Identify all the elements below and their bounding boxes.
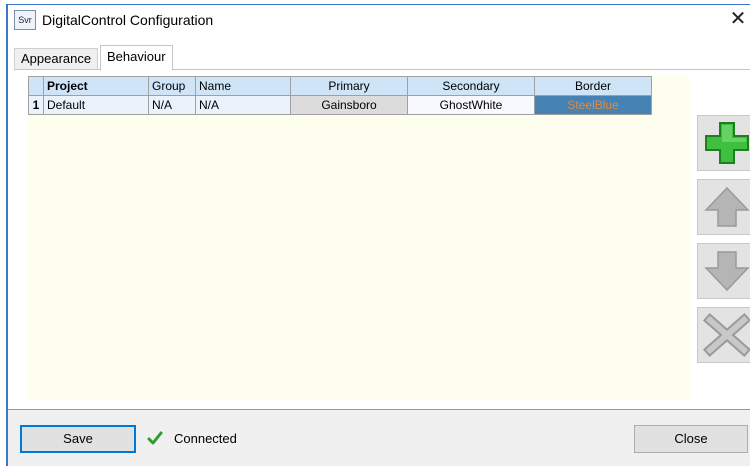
close-button[interactable]: Close [634, 425, 748, 453]
checkmark-icon [147, 431, 163, 445]
cell-border-color[interactable]: SteelBlue [534, 95, 652, 115]
window-border [6, 4, 8, 466]
delete-x-icon [702, 312, 750, 358]
table-row[interactable]: 1 Default N/A N/A Gainsboro GhostWhite S… [28, 95, 652, 115]
arrow-down-icon [704, 251, 750, 292]
column-header-group[interactable]: Group [148, 76, 196, 96]
cell-name[interactable]: N/A [195, 95, 291, 115]
cell-primary-color[interactable]: Gainsboro [290, 95, 408, 115]
tab-appearance[interactable]: Appearance [14, 48, 99, 69]
grid-header-row: Project Group Name Primary Secondary Bor… [28, 76, 652, 96]
behaviour-panel: Project Group Name Primary Secondary Bor… [14, 69, 750, 403]
window-title: DigitalControl Configuration [42, 12, 214, 28]
move-up-button[interactable] [697, 179, 750, 235]
add-row-button[interactable] [697, 115, 750, 171]
config-window: Svr DigitalControl Configuration ✕ Appea… [0, 0, 750, 466]
column-header-border[interactable]: Border [534, 76, 652, 96]
arrow-up-icon [704, 186, 750, 227]
row-number: 1 [28, 95, 44, 115]
column-header-secondary[interactable]: Secondary [407, 76, 535, 96]
connection-status: Connected [174, 431, 237, 446]
config-grid: Project Group Name Primary Secondary Bor… [28, 76, 652, 115]
delete-row-button[interactable] [697, 307, 750, 363]
plus-icon [705, 122, 749, 164]
cell-group[interactable]: N/A [148, 95, 196, 115]
cell-project[interactable]: Default [43, 95, 149, 115]
column-header-name[interactable]: Name [195, 76, 291, 96]
grid-corner-cell [28, 76, 44, 96]
tab-behaviour[interactable]: Behaviour [100, 45, 173, 71]
column-header-primary[interactable]: Primary [290, 76, 408, 96]
move-down-button[interactable] [697, 243, 750, 299]
column-header-project[interactable]: Project [43, 76, 149, 96]
app-icon: Svr [14, 10, 36, 30]
window-close-icon[interactable]: ✕ [726, 7, 750, 31]
cell-secondary-color[interactable]: GhostWhite [407, 95, 535, 115]
save-button[interactable]: Save [20, 425, 136, 453]
grid-area: Project Group Name Primary Secondary Bor… [28, 76, 690, 400]
